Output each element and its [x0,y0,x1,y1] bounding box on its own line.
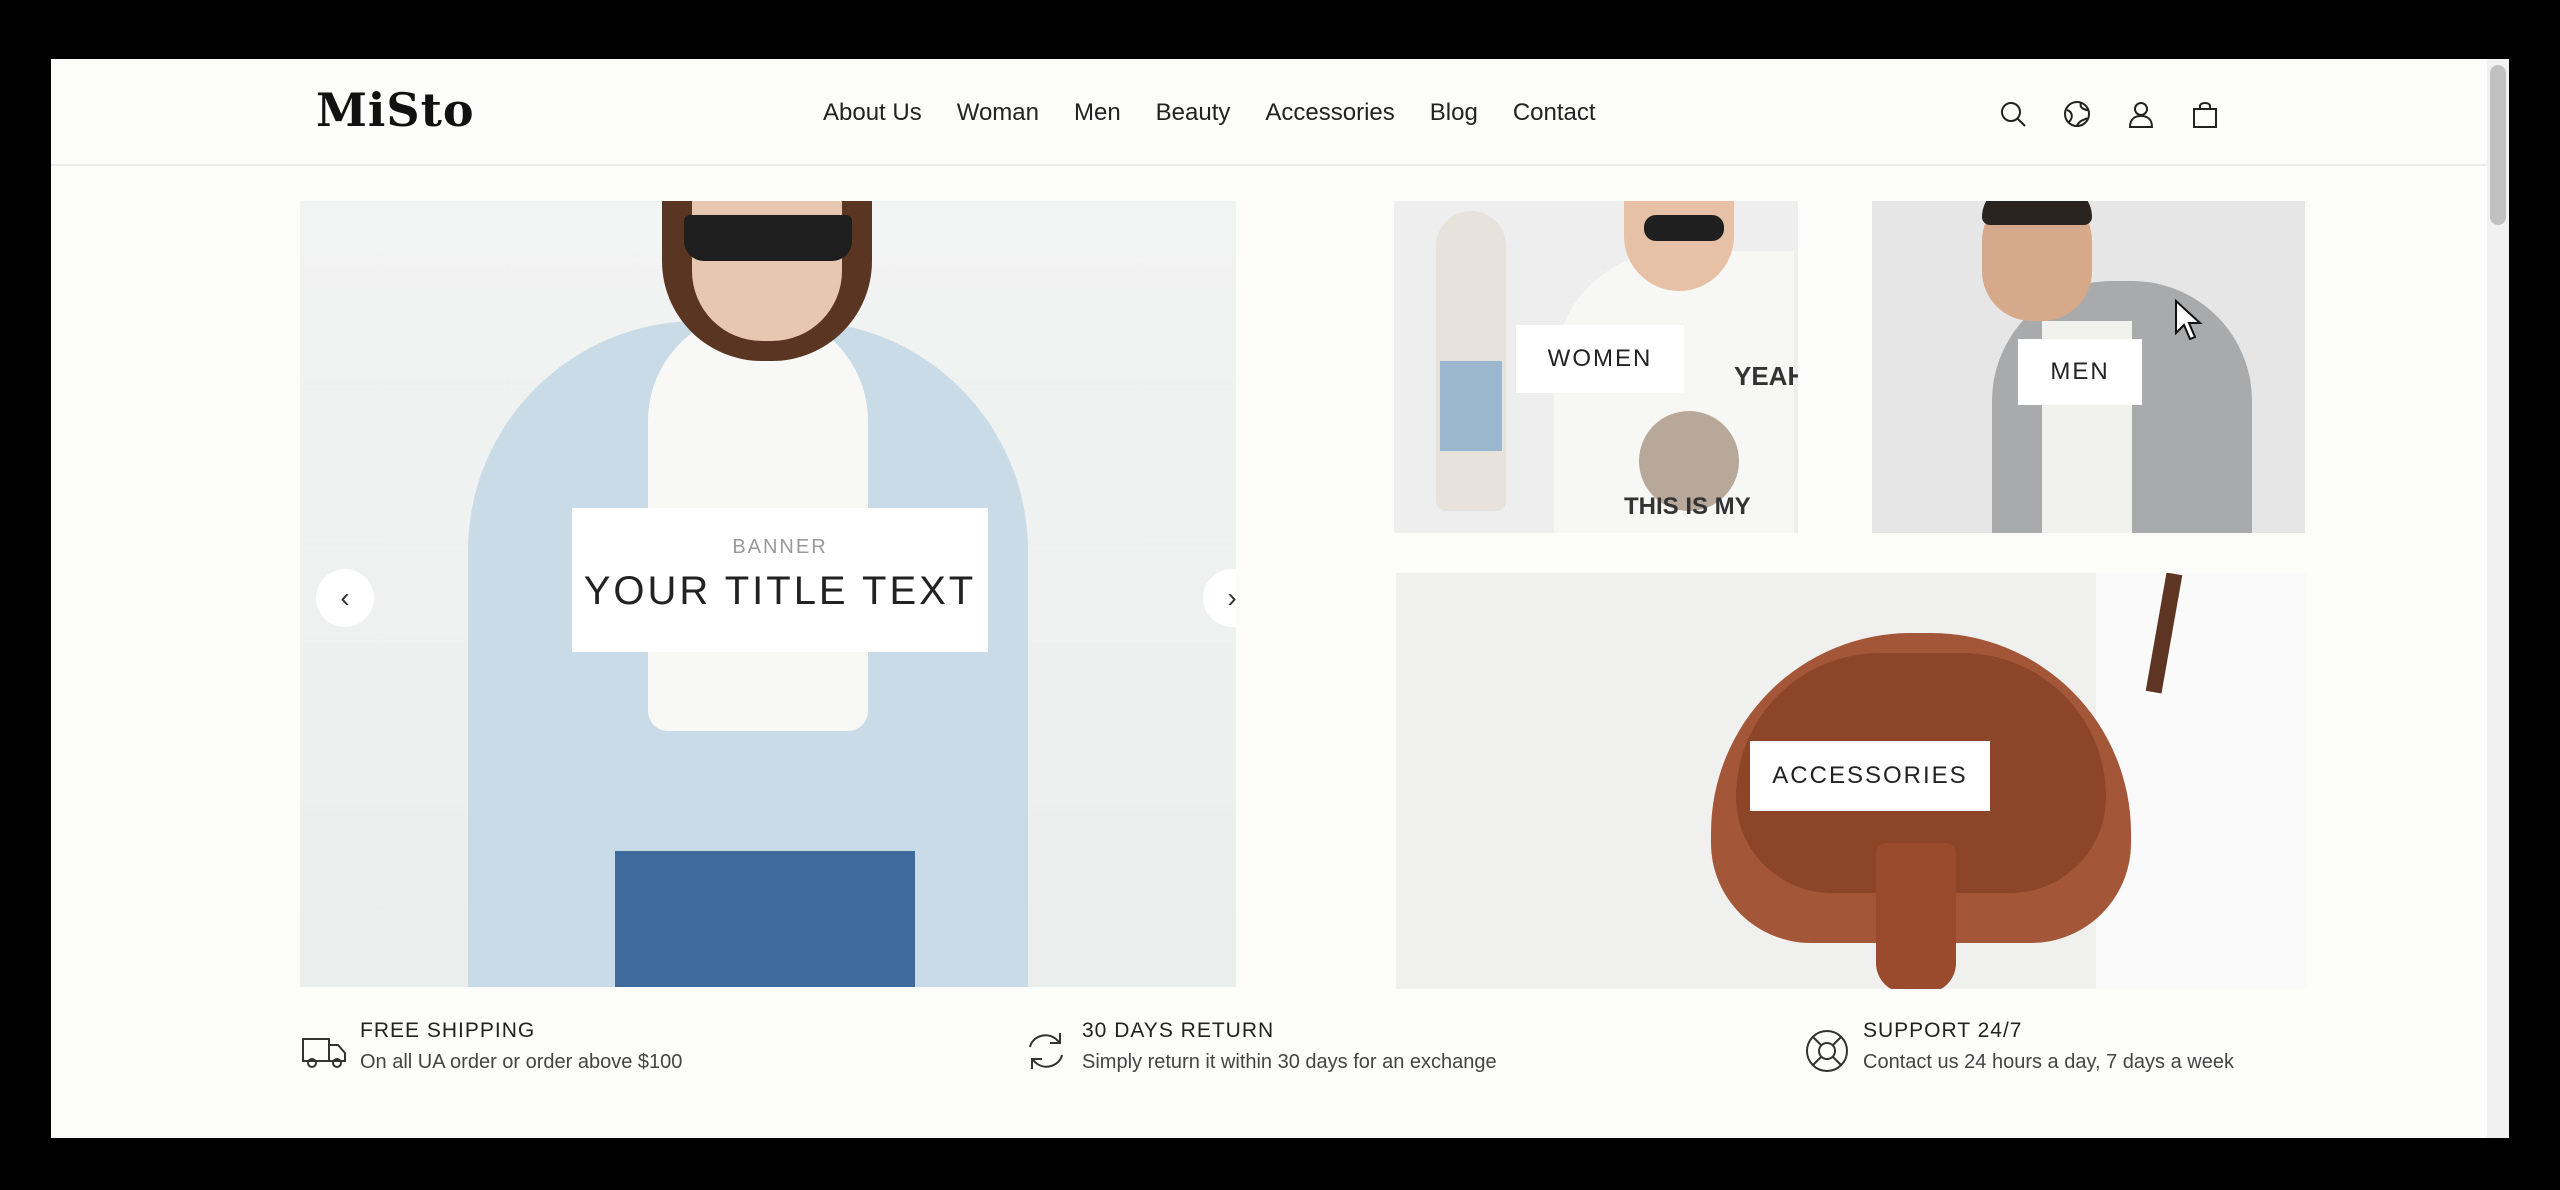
main-nav: About Us Woman Men Beauty Accessories Bl… [823,99,1631,127]
category-tile-accessories[interactable]: ACCESSORIES [1396,573,2307,989]
nav-item-accessories[interactable]: Accessories [1265,99,1394,127]
header-actions [1995,96,2223,132]
women-sunglasses-shape [1644,215,1724,241]
feature-title: FREE SHIPPING [360,1019,536,1042]
women-tshirt-text-1: YEAH... [1734,361,1798,391]
category-tile-women[interactable]: YEAH... THIS IS MY WOMEN [1394,201,1798,533]
hero-sunglasses-shape [684,215,852,261]
site-logo[interactable]: MiSto [316,83,475,137]
lifebuoy-icon [1803,1027,1853,1077]
feature-subtitle: Contact us 24 hours a day, 7 days a week [1863,1051,2234,1073]
category-label-men[interactable]: MEN [2018,339,2142,405]
scrollbar-thumb[interactable] [2490,65,2506,225]
chevron-right-icon: › [1227,582,1236,613]
category-tile-men[interactable]: MEN [1872,201,2305,533]
nav-item-woman[interactable]: Woman [957,99,1039,127]
site-header: MiSto About Us Woman Men Beauty Accessor… [51,59,2487,166]
mouse-cursor-icon [2175,299,2203,341]
refresh-icon [1022,1027,1072,1077]
hero-banner[interactable]: BANNER YOUR TITLE TEXT ‹ › [300,201,1236,987]
nav-item-beauty[interactable]: Beauty [1156,99,1231,127]
bag-tassel-shape [1876,843,1956,989]
feature-30-days-return: 30 DAYS RETURN Simply return it within 3… [1022,1019,1497,1077]
nav-item-blog[interactable]: Blog [1430,99,1478,127]
banner-kicker: BANNER [732,536,828,558]
banner-prev-button[interactable]: ‹ [316,569,374,627]
feature-text: FREE SHIPPING On all UA order or order a… [360,1019,682,1074]
nav-item-about-us[interactable]: About Us [823,99,922,127]
category-label-women[interactable]: WOMEN [1516,325,1684,393]
hero-jeans-shape [615,851,915,987]
feature-support: SUPPORT 24/7 Contact us 24 hours a day, … [1803,1019,2234,1077]
browser-viewport: MiSto About Us Woman Men Beauty Accessor… [51,59,2509,1138]
women-skirt-shape [1440,361,1502,451]
chevron-left-icon: ‹ [340,582,350,613]
nav-item-men[interactable]: Men [1074,99,1121,127]
feature-text: 30 DAYS RETURN Simply return it within 3… [1082,1019,1497,1074]
cart-icon[interactable] [2187,96,2223,132]
banner-title: YOUR TITLE TEXT [583,569,977,613]
search-icon[interactable] [1995,96,2031,132]
features-strip: FREE SHIPPING On all UA order or order a… [300,1019,2340,1119]
category-label-accessories[interactable]: ACCESSORIES [1750,741,1990,811]
truck-icon [300,1027,350,1077]
feature-subtitle: Simply return it within 30 days for an e… [1082,1051,1497,1073]
feature-free-shipping: FREE SHIPPING On all UA order or order a… [300,1019,682,1077]
accessories-model-shape [2096,573,2307,989]
nav-item-contact[interactable]: Contact [1513,99,1596,127]
vertical-scrollbar[interactable] [2487,59,2509,1138]
men-hair-shape [1982,201,2092,225]
feature-subtitle: On all UA order or order above $100 [360,1051,683,1073]
banner-caption-card: BANNER YOUR TITLE TEXT [572,508,988,652]
banner-next-button[interactable]: › [1203,569,1236,627]
feature-text: SUPPORT 24/7 Contact us 24 hours a day, … [1863,1019,2234,1074]
women-tshirt-text-2: THIS IS MY [1624,493,1751,520]
feature-title: 30 DAYS RETURN [1082,1019,1275,1042]
globe-icon[interactable] [2059,96,2095,132]
feature-title: SUPPORT 24/7 [1863,1019,2023,1042]
user-icon[interactable] [2123,96,2159,132]
